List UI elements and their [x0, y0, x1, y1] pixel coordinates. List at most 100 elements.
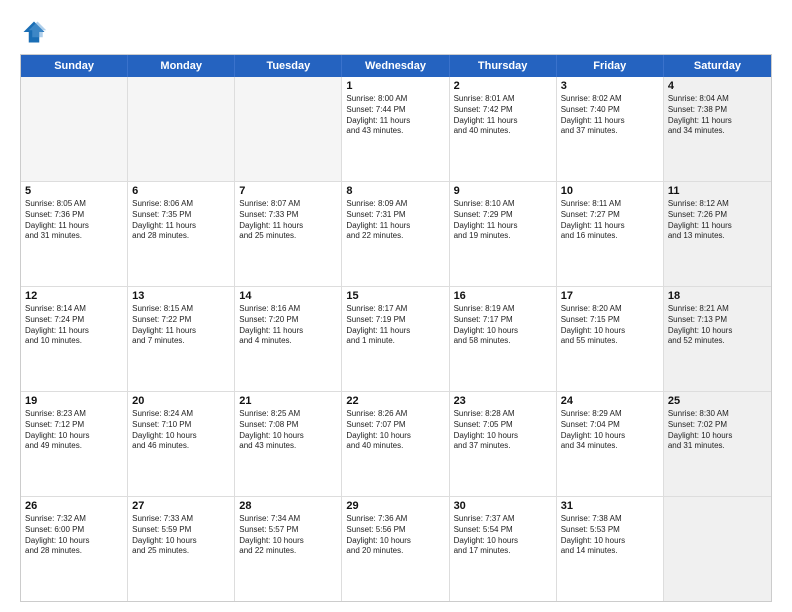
- day-info: Sunrise: 8:15 AM Sunset: 7:22 PM Dayligh…: [132, 304, 230, 347]
- day-number: 27: [132, 500, 230, 512]
- header: [20, 18, 772, 46]
- day-info: Sunrise: 8:01 AM Sunset: 7:42 PM Dayligh…: [454, 94, 552, 137]
- weekday-header-wednesday: Wednesday: [342, 55, 449, 77]
- day-info: Sunrise: 8:06 AM Sunset: 7:35 PM Dayligh…: [132, 199, 230, 242]
- day-cell-19: 19 Sunrise: 8:23 AM Sunset: 7:12 PM Dayli…: [21, 392, 128, 496]
- weekday-header-sunday: Sunday: [21, 55, 128, 77]
- weekday-header-friday: Friday: [557, 55, 664, 77]
- day-cell-21: 21Sunrise: 8:25 AM Sunset: 7:08 PM Dayli…: [235, 392, 342, 496]
- day-info: Sunrise: 8:28 AM Sunset: 7:05 PM Dayligh…: [454, 409, 552, 452]
- day-info: Sunrise: 8:24 AM Sunset: 7:10 PM Dayligh…: [132, 409, 230, 452]
- day-info: Sunrise: 8:29 AM Sunset: 7:04 PM Dayligh…: [561, 409, 659, 452]
- day-cell-8: 8 Sunrise: 8:09 AM Sunset: 7:31 PM Daylig…: [342, 182, 449, 286]
- day-cell-4: 4 Sunrise: 8:04 AM Sunset: 7:38 PM Daylig…: [664, 77, 771, 181]
- day-cell-20: 20Sunrise: 8:24 AM Sunset: 7:10 PM Dayli…: [128, 392, 235, 496]
- day-info: Sunrise: 8:21 AM Sunset: 7:13 PM Dayligh…: [668, 304, 767, 347]
- day-number: 8: [346, 185, 444, 197]
- day-info: Sunrise: 8:16 AM Sunset: 7:20 PM Dayligh…: [239, 304, 337, 347]
- day-number: 26: [25, 500, 123, 512]
- day-cell-2: 2 Sunrise: 8:01 AM Sunset: 7:42 PM Daylig…: [450, 77, 557, 181]
- day-number: 7: [239, 185, 337, 197]
- day-cell-12: 12 Sunrise: 8:14 AM Sunset: 7:24 PM Dayli…: [21, 287, 128, 391]
- day-info: Sunrise: 8:00 AM Sunset: 7:44 PM Dayligh…: [346, 94, 444, 137]
- logo-icon: [20, 18, 48, 46]
- day-info: Sunrise: 8:23 AM Sunset: 7:12 PM Dayligh…: [25, 409, 123, 452]
- empty-cell: [128, 77, 235, 181]
- day-number: 17: [561, 290, 659, 302]
- day-cell-5: 5 Sunrise: 8:05 AM Sunset: 7:36 PM Daylig…: [21, 182, 128, 286]
- day-cell-15: 15Sunrise: 8:17 AM Sunset: 7:19 PM Dayli…: [342, 287, 449, 391]
- day-info: Sunrise: 8:14 AM Sunset: 7:24 PM Dayligh…: [25, 304, 123, 347]
- day-number: 2: [454, 80, 552, 92]
- empty-cell: [664, 497, 771, 601]
- day-cell-27: 27Sunrise: 7:33 AM Sunset: 5:59 PM Dayli…: [128, 497, 235, 601]
- day-cell-16: 16 Sunrise: 8:19 AM Sunset: 7:17 PM Dayli…: [450, 287, 557, 391]
- day-number: 30: [454, 500, 552, 512]
- day-info: Sunrise: 8:25 AM Sunset: 7:08 PM Dayligh…: [239, 409, 337, 452]
- day-info: Sunrise: 8:26 AM Sunset: 7:07 PM Dayligh…: [346, 409, 444, 452]
- day-cell-28: 28Sunrise: 7:34 AM Sunset: 5:57 PM Dayli…: [235, 497, 342, 601]
- day-cell-11: 11Sunrise: 8:12 AM Sunset: 7:26 PM Dayli…: [664, 182, 771, 286]
- weekday-header-thursday: Thursday: [450, 55, 557, 77]
- day-number: 5: [25, 185, 123, 197]
- calendar-header: SundayMondayTuesdayWednesdayThursdayFrid…: [21, 55, 771, 77]
- day-cell-22: 22 Sunrise: 8:26 AM Sunset: 7:07 PM Dayli…: [342, 392, 449, 496]
- calendar-row-5: 26Sunrise: 7:32 AM Sunset: 6:00 PM Dayli…: [21, 496, 771, 601]
- day-cell-26: 26Sunrise: 7:32 AM Sunset: 6:00 PM Dayli…: [21, 497, 128, 601]
- day-number: 13: [132, 290, 230, 302]
- day-info: Sunrise: 8:30 AM Sunset: 7:02 PM Dayligh…: [668, 409, 767, 452]
- day-info: Sunrise: 8:17 AM Sunset: 7:19 PM Dayligh…: [346, 304, 444, 347]
- page: SundayMondayTuesdayWednesdayThursdayFrid…: [0, 0, 792, 612]
- day-number: 10: [561, 185, 659, 197]
- day-info: Sunrise: 8:11 AM Sunset: 7:27 PM Dayligh…: [561, 199, 659, 242]
- day-cell-31: 31Sunrise: 7:38 AM Sunset: 5:53 PM Dayli…: [557, 497, 664, 601]
- calendar-row-4: 19 Sunrise: 8:23 AM Sunset: 7:12 PM Dayli…: [21, 391, 771, 496]
- day-number: 28: [239, 500, 337, 512]
- calendar: SundayMondayTuesdayWednesdayThursdayFrid…: [20, 54, 772, 602]
- day-number: 3: [561, 80, 659, 92]
- day-cell-10: 10 Sunrise: 8:11 AM Sunset: 7:27 PM Dayli…: [557, 182, 664, 286]
- day-info: Sunrise: 8:02 AM Sunset: 7:40 PM Dayligh…: [561, 94, 659, 137]
- day-cell-3: 3 Sunrise: 8:02 AM Sunset: 7:40 PM Daylig…: [557, 77, 664, 181]
- day-number: 24: [561, 395, 659, 407]
- day-cell-17: 17 Sunrise: 8:20 AM Sunset: 7:15 PM Dayli…: [557, 287, 664, 391]
- day-number: 29: [346, 500, 444, 512]
- day-cell-14: 14 Sunrise: 8:16 AM Sunset: 7:20 PM Dayli…: [235, 287, 342, 391]
- weekday-header-saturday: Saturday: [664, 55, 771, 77]
- day-info: Sunrise: 8:20 AM Sunset: 7:15 PM Dayligh…: [561, 304, 659, 347]
- day-number: 22: [346, 395, 444, 407]
- calendar-body: 1Sunrise: 8:00 AM Sunset: 7:44 PM Daylig…: [21, 77, 771, 601]
- day-number: 18: [668, 290, 767, 302]
- day-info: Sunrise: 8:04 AM Sunset: 7:38 PM Dayligh…: [668, 94, 767, 137]
- day-cell-9: 9Sunrise: 8:10 AM Sunset: 7:29 PM Daylig…: [450, 182, 557, 286]
- day-info: Sunrise: 7:37 AM Sunset: 5:54 PM Dayligh…: [454, 514, 552, 557]
- day-number: 6: [132, 185, 230, 197]
- day-number: 23: [454, 395, 552, 407]
- weekday-header-monday: Monday: [128, 55, 235, 77]
- day-cell-25: 25 Sunrise: 8:30 AM Sunset: 7:02 PM Dayli…: [664, 392, 771, 496]
- day-info: Sunrise: 8:09 AM Sunset: 7:31 PM Dayligh…: [346, 199, 444, 242]
- weekday-header-tuesday: Tuesday: [235, 55, 342, 77]
- day-cell-13: 13 Sunrise: 8:15 AM Sunset: 7:22 PM Dayli…: [128, 287, 235, 391]
- day-info: Sunrise: 8:05 AM Sunset: 7:36 PM Dayligh…: [25, 199, 123, 242]
- day-number: 11: [668, 185, 767, 197]
- day-cell-30: 30 Sunrise: 7:37 AM Sunset: 5:54 PM Dayli…: [450, 497, 557, 601]
- day-number: 14: [239, 290, 337, 302]
- logo: [20, 18, 52, 46]
- calendar-row-2: 5 Sunrise: 8:05 AM Sunset: 7:36 PM Daylig…: [21, 181, 771, 286]
- day-number: 16: [454, 290, 552, 302]
- day-cell-24: 24 Sunrise: 8:29 AM Sunset: 7:04 PM Dayli…: [557, 392, 664, 496]
- empty-cell: [235, 77, 342, 181]
- day-cell-7: 7 Sunrise: 8:07 AM Sunset: 7:33 PM Daylig…: [235, 182, 342, 286]
- calendar-row-1: 1Sunrise: 8:00 AM Sunset: 7:44 PM Daylig…: [21, 77, 771, 181]
- day-number: 31: [561, 500, 659, 512]
- day-info: Sunrise: 8:07 AM Sunset: 7:33 PM Dayligh…: [239, 199, 337, 242]
- day-info: Sunrise: 8:19 AM Sunset: 7:17 PM Dayligh…: [454, 304, 552, 347]
- day-number: 19: [25, 395, 123, 407]
- day-number: 4: [668, 80, 767, 92]
- empty-cell: [21, 77, 128, 181]
- day-number: 25: [668, 395, 767, 407]
- day-number: 9: [454, 185, 552, 197]
- day-cell-23: 23 Sunrise: 8:28 AM Sunset: 7:05 PM Dayli…: [450, 392, 557, 496]
- day-number: 12: [25, 290, 123, 302]
